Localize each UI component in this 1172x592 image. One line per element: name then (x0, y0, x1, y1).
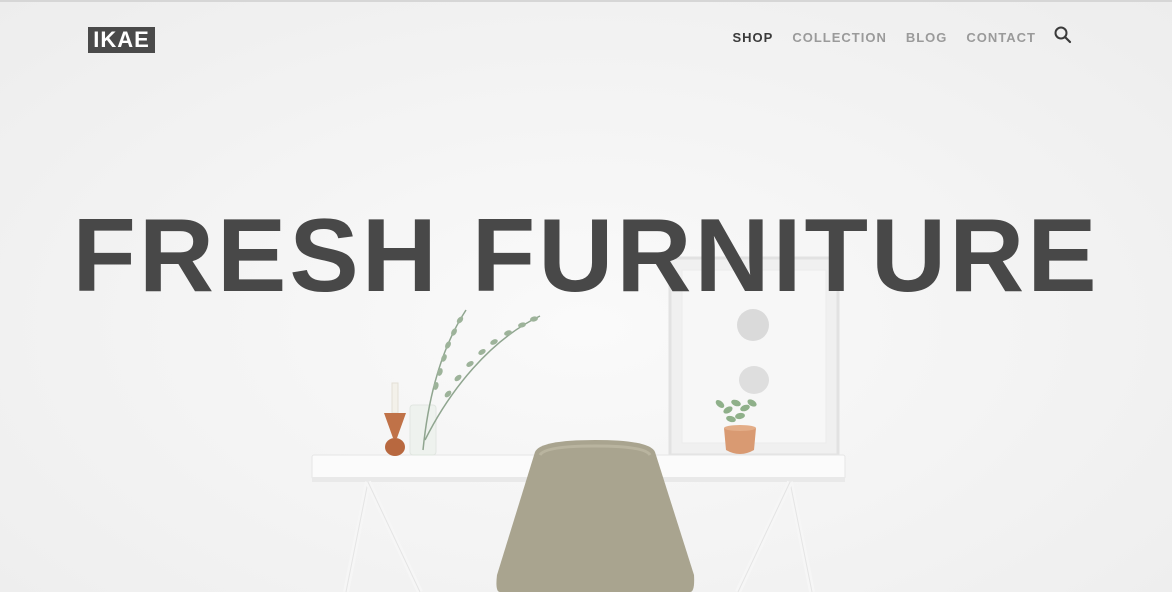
page: IKAE SHOP COLLECTION BLOG CONTACT FRESH … (0, 0, 1172, 592)
candle-holder (384, 382, 406, 456)
hero-title: FRESH FURNITURE (72, 198, 1100, 314)
eucalyptus-vase (409, 309, 541, 456)
